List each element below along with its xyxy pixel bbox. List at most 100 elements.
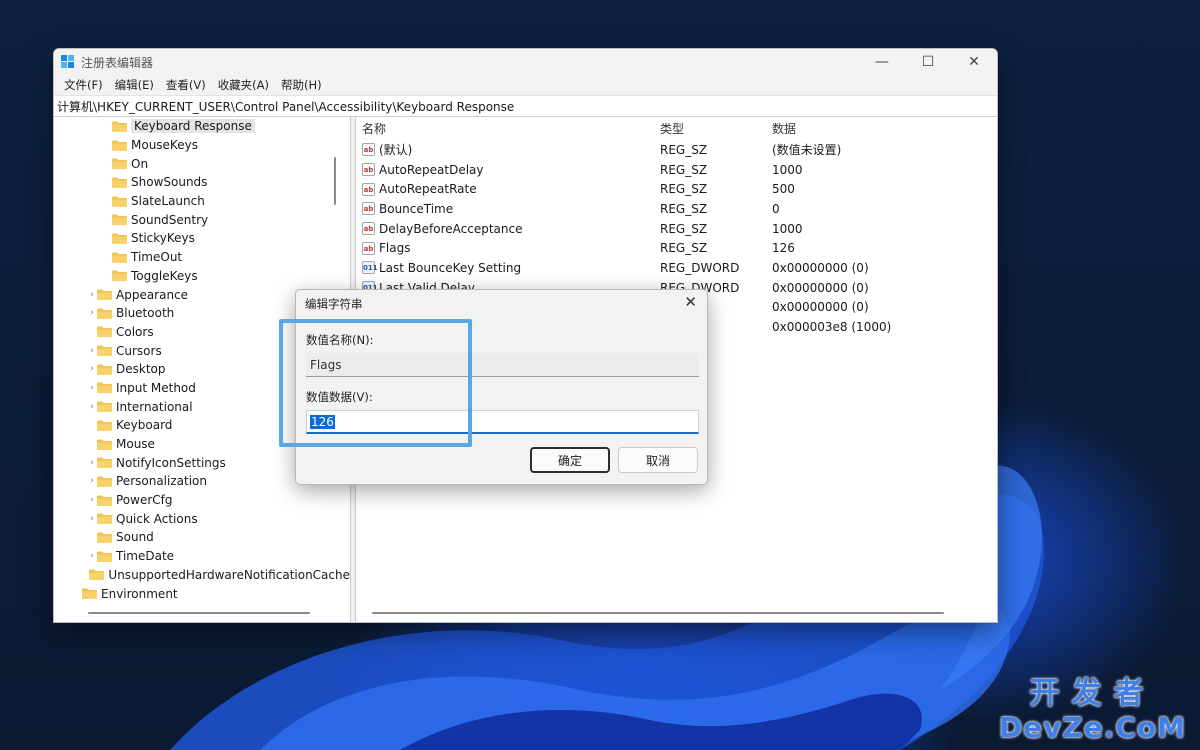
folder-icon	[97, 289, 112, 301]
tree-item-label: Appearance	[116, 287, 189, 302]
tree-horizontal-scrollbar[interactable]	[88, 612, 310, 614]
tree-item-label: Bluetooth	[116, 306, 175, 321]
folder-icon	[97, 551, 112, 562]
value-row[interactable]: ab AutoRepeatDelay REG_SZ 1000	[356, 160, 997, 180]
menu-item[interactable]: 文件(F)	[58, 77, 109, 93]
regedit-app-icon	[61, 55, 75, 69]
tree-item-label: Cursors	[116, 343, 162, 358]
window-title: 注册表编辑器	[81, 55, 154, 70]
tree-item[interactable]: ToggleKeys	[54, 267, 350, 286]
chevron-right-icon[interactable]: ›	[87, 514, 97, 524]
column-header-data[interactable]: 数据	[772, 120, 997, 137]
chevron-right-icon[interactable]: ›	[87, 476, 97, 486]
menu-item[interactable]: 查看(V)	[160, 77, 212, 93]
tree-item[interactable]: ShowSounds	[54, 173, 350, 192]
tree-item-label: Input Method	[116, 380, 196, 395]
value-row[interactable]: ab Flags REG_SZ 126	[356, 238, 997, 258]
watermark: 开发者 DevZe.CoM	[999, 676, 1186, 744]
tree-item[interactable]: UnsupportedHardwareNotificationCache	[54, 566, 350, 585]
tree-item[interactable]: Sound	[54, 528, 350, 547]
tree-item[interactable]: On	[54, 154, 350, 173]
folder-icon	[112, 233, 127, 244]
value-name: Last BounceKey Setting	[379, 260, 522, 275]
address-path: 计算机\HKEY_CURRENT_USER\Control Panel\Acce…	[57, 99, 515, 114]
chevron-right-icon[interactable]: ›	[87, 308, 97, 318]
column-header-name[interactable]: 名称	[356, 120, 660, 137]
folder-icon	[97, 308, 112, 319]
menu-item[interactable]: 帮助(H)	[275, 77, 328, 93]
value-name: Flags	[379, 241, 411, 256]
dialog-close-icon[interactable]: ✕	[684, 293, 697, 311]
cancel-button[interactable]: 取消	[618, 447, 698, 473]
tree-item[interactable]: Environment	[54, 584, 350, 603]
value-row[interactable]: ab BounceTime REG_SZ 0	[356, 199, 997, 219]
tree-item-label: Sound	[116, 530, 154, 545]
tree-item-label: Colors	[116, 324, 154, 339]
menu-item[interactable]: 收藏夹(A)	[212, 77, 275, 93]
value-type: REG_SZ	[660, 201, 708, 216]
tree-vertical-scrollbar[interactable]	[334, 157, 336, 205]
folder-icon	[82, 588, 97, 600]
tree-item[interactable]: MouseKeys	[54, 136, 350, 155]
address-bar[interactable]: 计算机\HKEY_CURRENT_USER\Control Panel\Acce…	[54, 95, 997, 117]
chevron-right-icon[interactable]: ›	[87, 364, 97, 374]
tree-item-label: TimeDate	[116, 549, 175, 564]
tree-item-label: Keyboard Response	[131, 119, 255, 134]
menu-bar: 文件(F) 编辑(E) 查看(V) 收藏夹(A) 帮助(H)	[54, 75, 997, 95]
menu-item[interactable]: 编辑(E)	[109, 77, 160, 93]
chevron-right-icon[interactable]: ›	[87, 290, 97, 300]
tree-item-label: SoundSentry	[131, 212, 209, 227]
folder-icon	[97, 420, 112, 431]
tree-item[interactable]: SoundSentry	[54, 210, 350, 229]
close-button[interactable]: ✕	[951, 49, 997, 75]
chevron-right-icon[interactable]: ›	[87, 551, 97, 561]
value-data: 126	[772, 241, 795, 256]
title-bar[interactable]: 注册表编辑器 — ☐ ✕	[54, 49, 997, 75]
tree-item-label: TimeOut	[131, 250, 183, 265]
tree-item[interactable]: › Quick Actions	[54, 509, 350, 528]
list-horizontal-scrollbar[interactable]	[372, 612, 944, 614]
chevron-right-icon[interactable]: ›	[87, 458, 97, 468]
folder-icon	[97, 382, 112, 394]
tree-item[interactable]: Keyboard Response	[54, 117, 350, 136]
folder-icon	[97, 326, 112, 338]
value-type: REG_SZ	[660, 182, 708, 197]
ok-button[interactable]: 确定	[530, 447, 610, 473]
folder-icon	[97, 457, 112, 469]
tree-item[interactable]: › PowerCfg	[54, 491, 350, 510]
value-row[interactable]: ab AutoRepeatRate REG_SZ 500	[356, 179, 997, 199]
minimize-button[interactable]: —	[859, 49, 905, 75]
tree-item-label: Personalization	[116, 474, 207, 489]
folder-icon	[97, 495, 112, 506]
tree-item-label: Desktop	[116, 362, 166, 377]
tree-item-label: ToggleKeys	[131, 268, 198, 283]
tree-item-label: PowerCfg	[116, 493, 173, 508]
folder-icon	[97, 532, 112, 543]
tree-item-label: MouseKeys	[131, 138, 198, 153]
chevron-right-icon[interactable]: ›	[87, 346, 97, 356]
tree-item[interactable]: › TimeDate	[54, 547, 350, 566]
folder-icon	[97, 401, 112, 413]
value-row[interactable]: ab DelayBeforeAcceptance REG_SZ 1000	[356, 219, 997, 239]
tree-item[interactable]: StickyKeys	[54, 229, 350, 248]
tree-item[interactable]: SlateLaunch	[54, 192, 350, 211]
value-type: REG_SZ	[660, 241, 708, 256]
tree-item-label: Environment	[101, 586, 178, 601]
tree-item-label: ShowSounds	[131, 175, 208, 190]
watermark-line1: 开发者	[1029, 676, 1156, 711]
string-value-icon: ab	[362, 163, 375, 177]
value-data: 500	[772, 182, 795, 197]
value-row[interactable]: ab (默认) REG_SZ (数值未设置)	[356, 140, 997, 160]
value-row[interactable]: 011 Last BounceKey Setting REG_DWORD 0x0000…	[356, 258, 997, 278]
chevron-right-icon[interactable]: ›	[87, 495, 97, 505]
column-header-type[interactable]: 类型	[660, 120, 772, 137]
tree-item[interactable]: TimeOut	[54, 248, 350, 267]
chevron-right-icon[interactable]: ›	[87, 402, 97, 412]
tree-item-label: Quick Actions	[116, 511, 198, 526]
maximize-button[interactable]: ☐	[905, 49, 951, 75]
tree-item-label: Mouse	[116, 437, 155, 452]
chevron-right-icon[interactable]: ›	[87, 383, 97, 393]
folder-icon	[112, 252, 127, 263]
value-name: BounceTime	[379, 201, 454, 216]
tree-item-label: UnsupportedHardwareNotificationCache	[108, 567, 350, 582]
